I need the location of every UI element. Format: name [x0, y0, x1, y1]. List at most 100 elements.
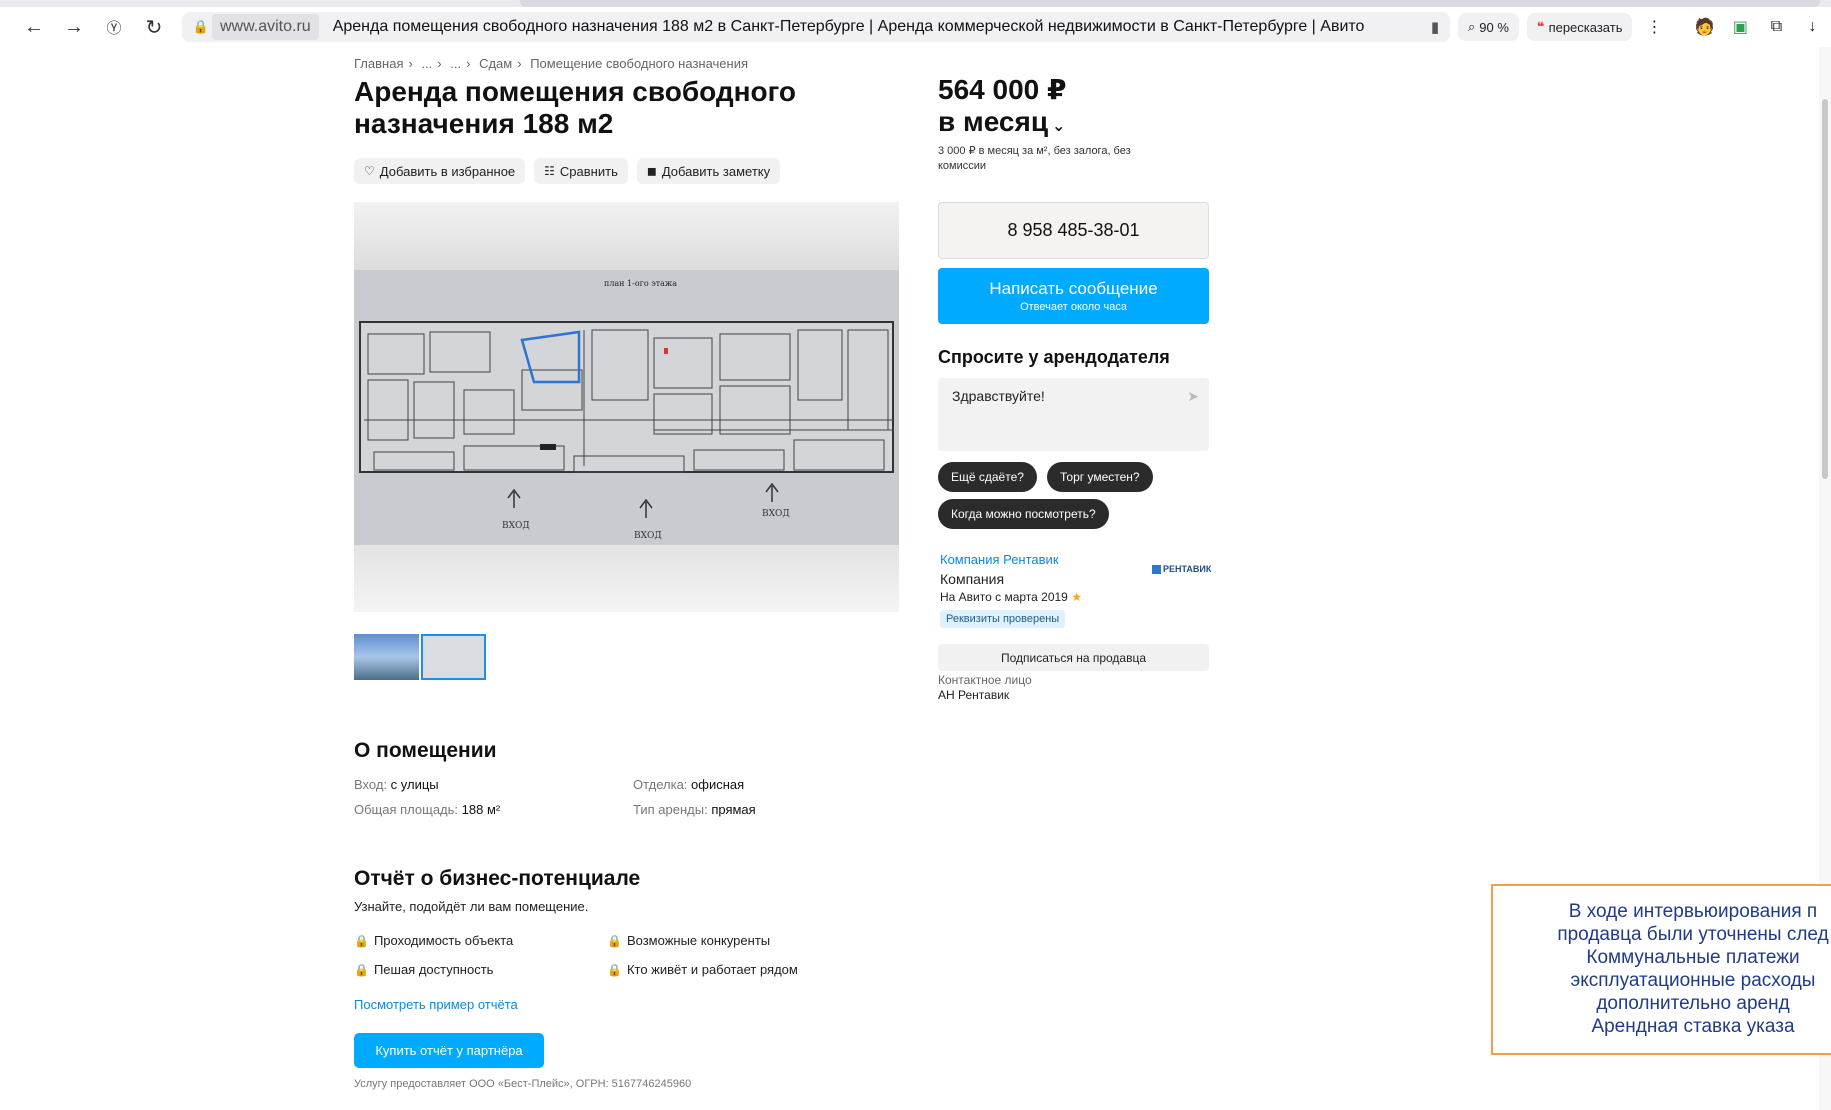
- buy-report-button[interactable]: Купить отчёт у партнёра: [354, 1033, 544, 1068]
- price-amount: 564 000 ₽: [938, 74, 1067, 105]
- ask-landlord-title: Спросите у арендодателя: [938, 347, 1170, 367]
- quick-question-still-renting[interactable]: Ещё сдаёте?: [938, 462, 1037, 492]
- feature-label: Проходимость объекта: [373, 933, 514, 948]
- photo-background: [354, 202, 899, 270]
- annotation-line: Коммунальные платежи: [1586, 947, 1800, 968]
- prop-label: Тип аренды:: [633, 802, 708, 817]
- add-favorite-button[interactable]: ♡ Добавить в избранное: [354, 158, 526, 184]
- listing-actions: ♡ Добавить в избранное ☷ Сравнить ◼ Добавит…: [354, 158, 781, 184]
- seller-type: Компания: [940, 571, 1005, 587]
- prop-label: Вход:: [354, 777, 388, 792]
- breadcrumb-category[interactable]: Помещение свободного назначения: [530, 56, 748, 71]
- breadcrumb-sep: ›: [408, 56, 413, 71]
- sample-report-link[interactable]: Посмотреть пример отчёта: [354, 997, 518, 1012]
- active-tab[interactable]: [520, 0, 1820, 7]
- zoom-icon: ⌕: [1468, 19, 1476, 34]
- breadcrumb-sep: ›: [466, 56, 471, 71]
- reload-icon[interactable]: ↻: [134, 7, 174, 47]
- address-page-title: Аренда помещения свободного назначения 1…: [332, 18, 1365, 35]
- report-title: Отчёт о бизнес-потенциале: [354, 867, 641, 890]
- thumbnail-floor-plan[interactable]: [421, 634, 486, 680]
- send-icon[interactable]: ➤: [1187, 388, 1199, 405]
- back-icon[interactable]: ←: [14, 7, 54, 47]
- report-feature: 🔒 Кто живёт и работает рядом: [607, 962, 798, 977]
- write-message-label: Написать сообщение: [989, 279, 1158, 298]
- prop-value: офисная: [691, 777, 745, 792]
- subscribe-seller-button[interactable]: Подписаться на продавца: [938, 644, 1209, 671]
- building-icon: [1152, 564, 1161, 574]
- prop-value: прямая: [711, 802, 756, 817]
- annotation-line: эксплуатационные расходы: [1570, 970, 1816, 991]
- breadcrumb-item[interactable]: ...: [421, 56, 432, 71]
- about-title: О помещении: [354, 739, 497, 762]
- prop-entrance: Вход: с улицы: [354, 777, 439, 792]
- address-domain: www.avito.ru: [212, 14, 319, 40]
- contact-person-label: Контактное лицо: [938, 673, 1032, 687]
- report-feature: 🔒 Пешая доступность: [354, 962, 493, 977]
- lock-icon: 🔒: [607, 962, 622, 977]
- annotation-line: В ходе интервьюирования п: [1568, 901, 1818, 922]
- seller-name-link[interactable]: Компания Рентавик: [940, 552, 1059, 567]
- retell-label: пересказать: [1548, 19, 1623, 35]
- seller-since: На Авито с марта 2019 ★: [940, 590, 1082, 604]
- scrollbar-thumb[interactable]: [1822, 99, 1828, 479]
- verified-badge: Реквизиты проверены: [940, 610, 1066, 628]
- achievement-icon: ★: [1071, 590, 1082, 604]
- extension-shield-icon[interactable]: ▣: [1726, 13, 1754, 41]
- seller-logo-text: РЕНТАВИК: [1163, 564, 1212, 574]
- retell-icon: ❝: [1536, 19, 1545, 34]
- write-message-button[interactable]: Написать сообщение Отвечает около часа: [938, 268, 1209, 324]
- quick-question-viewing[interactable]: Когда можно посмотреть?: [938, 499, 1109, 529]
- forward-icon[interactable]: →: [54, 7, 94, 47]
- report-feature: 🔒 Возможные конкуренты: [607, 933, 770, 948]
- price-block: 564 000 ₽ в месяц ⌄: [938, 74, 1066, 143]
- lock-icon: 🔒: [354, 962, 369, 977]
- prop-finish: Отделка: офисная: [633, 777, 744, 792]
- main-photo[interactable]: план 1-ого этажа ВХОД ВХОД ВХОД: [354, 202, 899, 612]
- menu-kebab-icon[interactable]: ⋮: [1640, 13, 1668, 41]
- compare-icon: ☷: [544, 164, 555, 178]
- annotation-line: дополнительно аренд: [1596, 993, 1790, 1014]
- annotation-box: В ходе интервьюирования п продавца были …: [1491, 884, 1831, 1055]
- zoom-indicator[interactable]: ⌕ 90 %: [1458, 13, 1519, 41]
- add-note-label: Добавить заметку: [661, 163, 771, 179]
- tab-strip: [0, 0, 1831, 7]
- bookmark-icon[interactable]: ▮: [1420, 18, 1450, 36]
- prop-value: 188 м²: [461, 802, 501, 817]
- quick-question-bargain[interactable]: Торг уместен?: [1047, 462, 1153, 492]
- thumbnail-building[interactable]: [354, 634, 419, 680]
- photo-floor: [354, 545, 899, 612]
- entrance-label: ВХОД: [502, 521, 530, 531]
- breadcrumb: Главная › ... › ... › Сдам › Помещение свобо…: [354, 56, 748, 71]
- breadcrumb-home[interactable]: Главная: [354, 56, 403, 71]
- lock-icon: 🔒: [354, 933, 369, 948]
- browser-toolbar: ← → Ⓨ ↻ 🔒 www.avito.ru Аренда помещения …: [0, 7, 1831, 47]
- heart-icon: ♡: [364, 164, 375, 178]
- breadcrumb-item[interactable]: ...: [450, 56, 461, 71]
- address-bar[interactable]: 🔒 www.avito.ru Аренда помещения свободно…: [182, 12, 1450, 42]
- toolbar-right: ⌕ 90 % ❝ пересказать ⋮ 🧑 ▣ ⧉ ↓: [1458, 12, 1826, 42]
- feature-label: Возможные конкуренты: [626, 933, 771, 948]
- ask-message-input[interactable]: Здравствуйте! ➤: [938, 378, 1209, 451]
- show-phone-button[interactable]: 8 958 485-38-01: [938, 202, 1209, 259]
- breadcrumb-rent[interactable]: Сдам: [479, 56, 512, 71]
- compare-button[interactable]: ☷ Сравнить: [534, 158, 628, 184]
- listing-title: Аренда помещения свободного назначения 1…: [354, 76, 797, 139]
- price-details: 3 000 ₽ в месяц за м², без залога, без к…: [938, 145, 1131, 172]
- contact-person-name: АН Рентавик: [938, 688, 1010, 702]
- extension-avatar-icon[interactable]: 🧑: [1690, 13, 1718, 41]
- yandex-icon[interactable]: Ⓨ: [94, 7, 134, 47]
- extensions-puzzle-icon[interactable]: ⧉: [1762, 13, 1790, 41]
- add-note-button[interactable]: ◼ Добавить заметку: [636, 158, 781, 184]
- entrance-label: ВХОД: [634, 531, 662, 541]
- breadcrumb-sep: ›: [437, 56, 442, 71]
- price-period-dropdown[interactable]: в месяц ⌄: [938, 106, 1066, 143]
- downloads-icon[interactable]: ↓: [1798, 13, 1826, 41]
- note-icon: ◼: [646, 164, 657, 178]
- entrance-label: ВХОД: [762, 509, 790, 519]
- prop-rent-type: Тип аренды: прямая: [633, 802, 756, 817]
- retell-button[interactable]: ❝ пересказать: [1526, 13, 1633, 41]
- seller-logo[interactable]: РЕНТАВИК: [1152, 564, 1211, 574]
- feature-label: Пешая доступность: [373, 962, 494, 977]
- feature-label: Кто живёт и работает рядом: [626, 962, 798, 977]
